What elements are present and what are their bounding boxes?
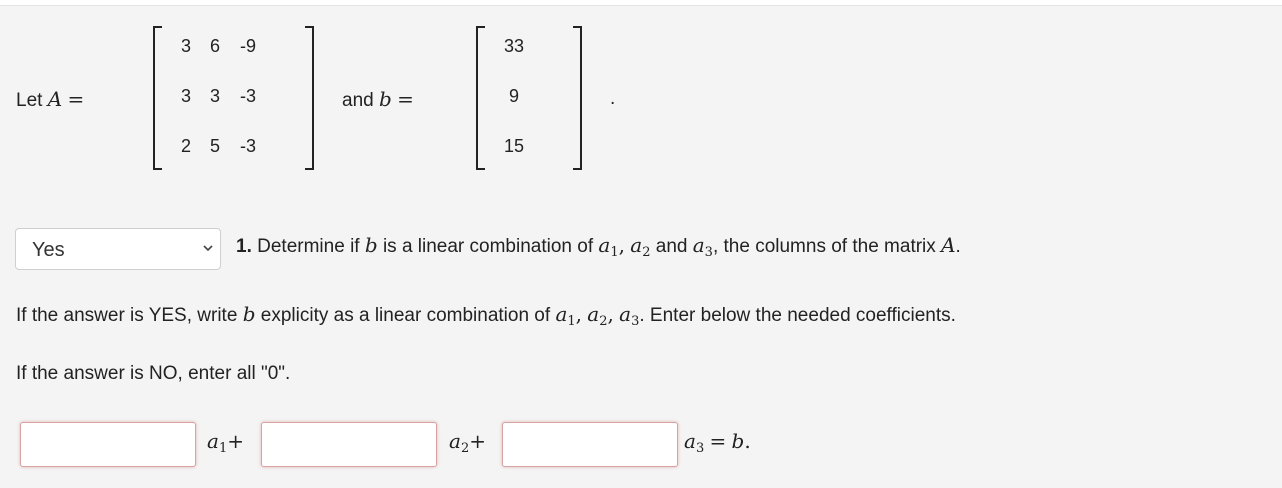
question-number: 1. <box>236 236 252 257</box>
coefficient-input-2[interactable] <box>261 422 437 467</box>
vector-cell: 9 <box>508 86 519 106</box>
answer-select[interactable]: Yes <box>15 228 221 270</box>
coefficient-input-3[interactable] <box>502 422 678 467</box>
chevron-down-icon <box>203 245 213 252</box>
select-value: Yes <box>32 239 65 261</box>
matrix-cell: -3 <box>239 136 256 156</box>
question-text: 1. Determine if b is a linear combinatio… <box>236 233 961 260</box>
vector-cell: 33 <box>503 36 525 56</box>
matrix-left-bracket <box>153 26 162 170</box>
intro-period: . <box>610 88 616 109</box>
no-instructions: If the answer is NO, enter all "0". <box>16 363 291 384</box>
vector-right-bracket <box>573 26 582 170</box>
matrix-cell: 2 <box>180 136 191 156</box>
matrix-cell: 6 <box>209 36 220 56</box>
matrix-right-bracket <box>305 26 314 170</box>
matrix-cell: 5 <box>209 136 220 156</box>
matrix-cell: 3 <box>209 86 220 106</box>
matrix-cell: -9 <box>239 36 256 56</box>
coefficient-input-1[interactable] <box>20 422 196 467</box>
a3-term: a3 = b. <box>684 429 751 456</box>
problem-panel: Let A = 3 6 -9 3 3 -3 2 5 -3 and b = 33 … <box>0 5 1282 488</box>
yes-instructions: If the answer is YES, write b explicity … <box>16 302 956 329</box>
vector-cell: 15 <box>503 136 525 156</box>
vector-left-bracket <box>476 26 485 170</box>
a2-term: a2+ <box>449 429 486 456</box>
matrix-cell: -3 <box>239 86 256 106</box>
and-b-label: and b = <box>342 87 414 111</box>
a1-term: a1+ <box>207 429 244 456</box>
let-label: Let A = <box>16 87 85 111</box>
matrix-cell: 3 <box>180 86 191 106</box>
matrix-cell: 3 <box>180 36 191 56</box>
